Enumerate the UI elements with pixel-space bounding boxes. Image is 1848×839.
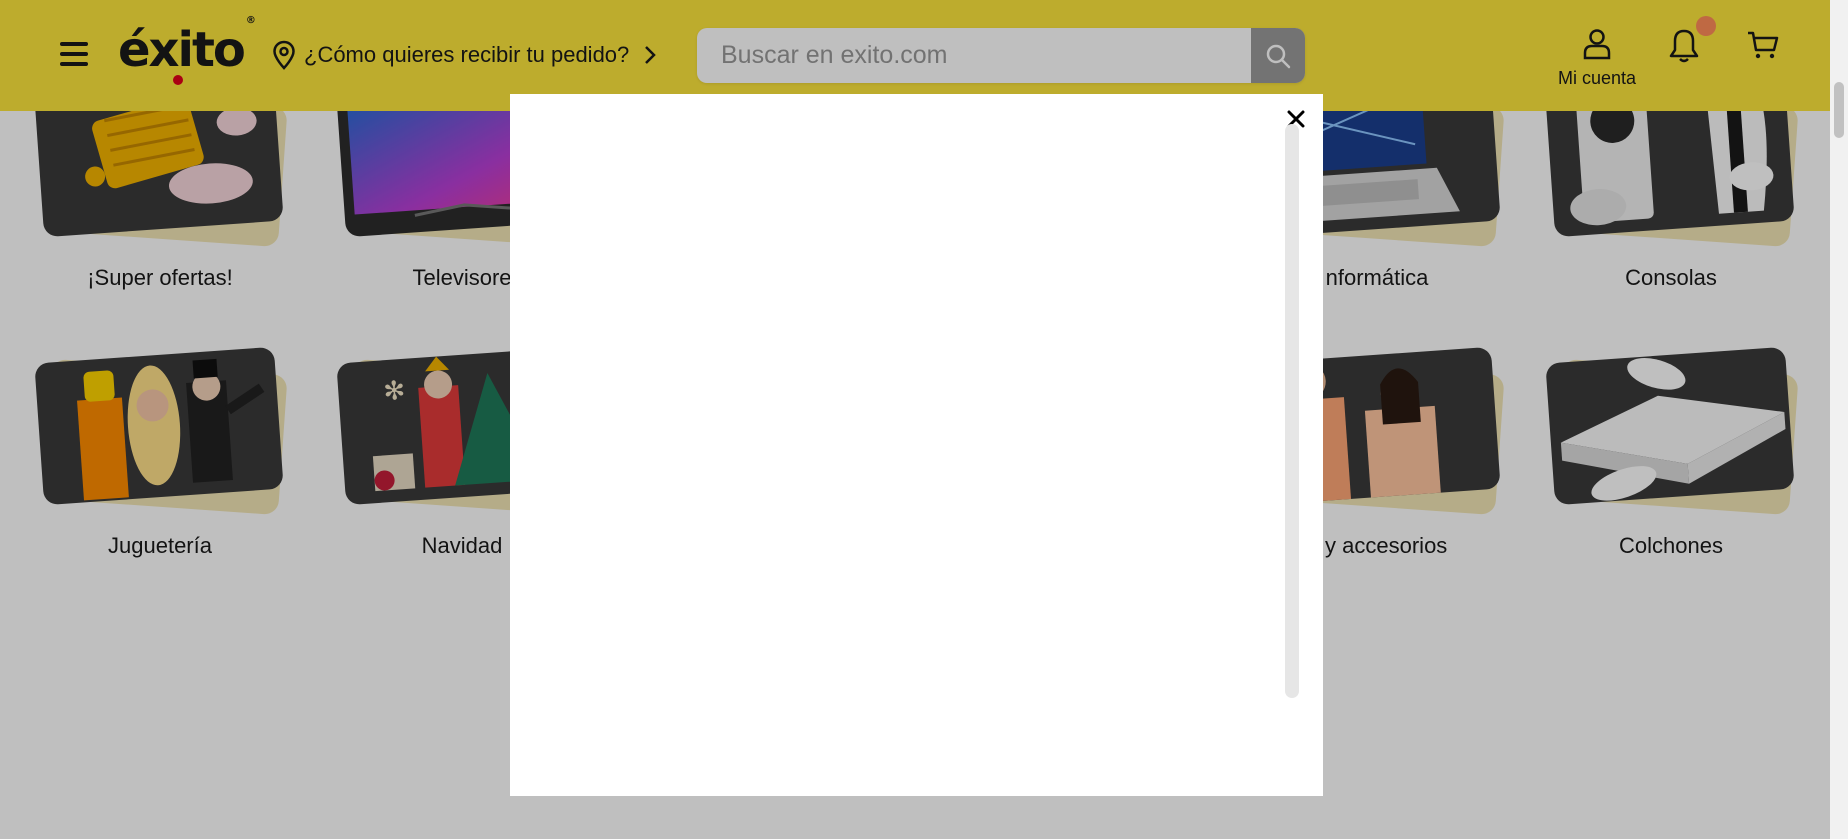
page-scrollbar-thumb[interactable] [1834, 82, 1844, 138]
page-scrollbar[interactable] [1830, 0, 1848, 839]
modal-scrollbar[interactable] [1285, 124, 1299, 698]
modal-dialog [510, 94, 1323, 796]
